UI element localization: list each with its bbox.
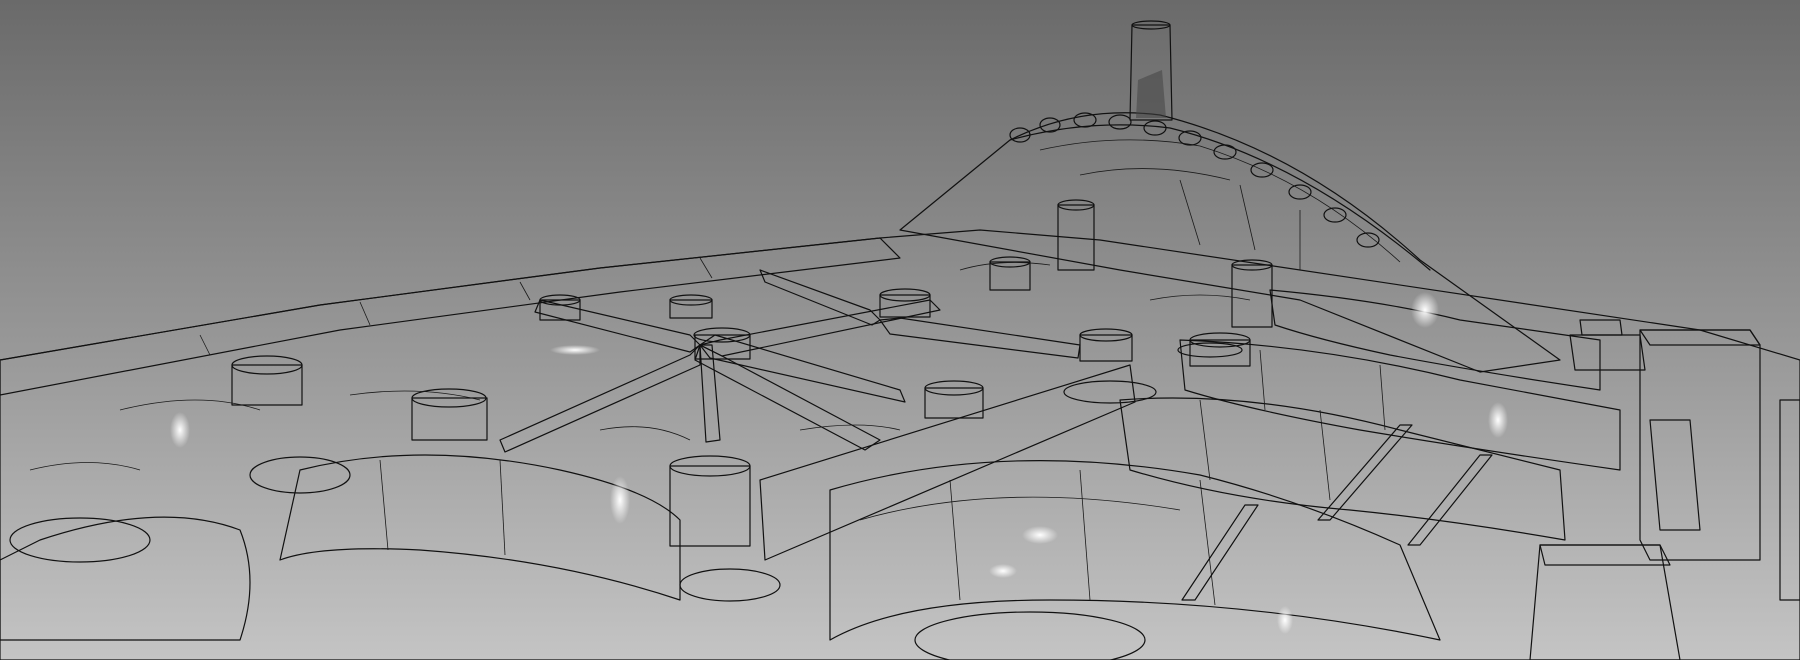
cad-viewport[interactable]	[0, 0, 1800, 660]
cad-model-render[interactable]	[0, 0, 1800, 660]
